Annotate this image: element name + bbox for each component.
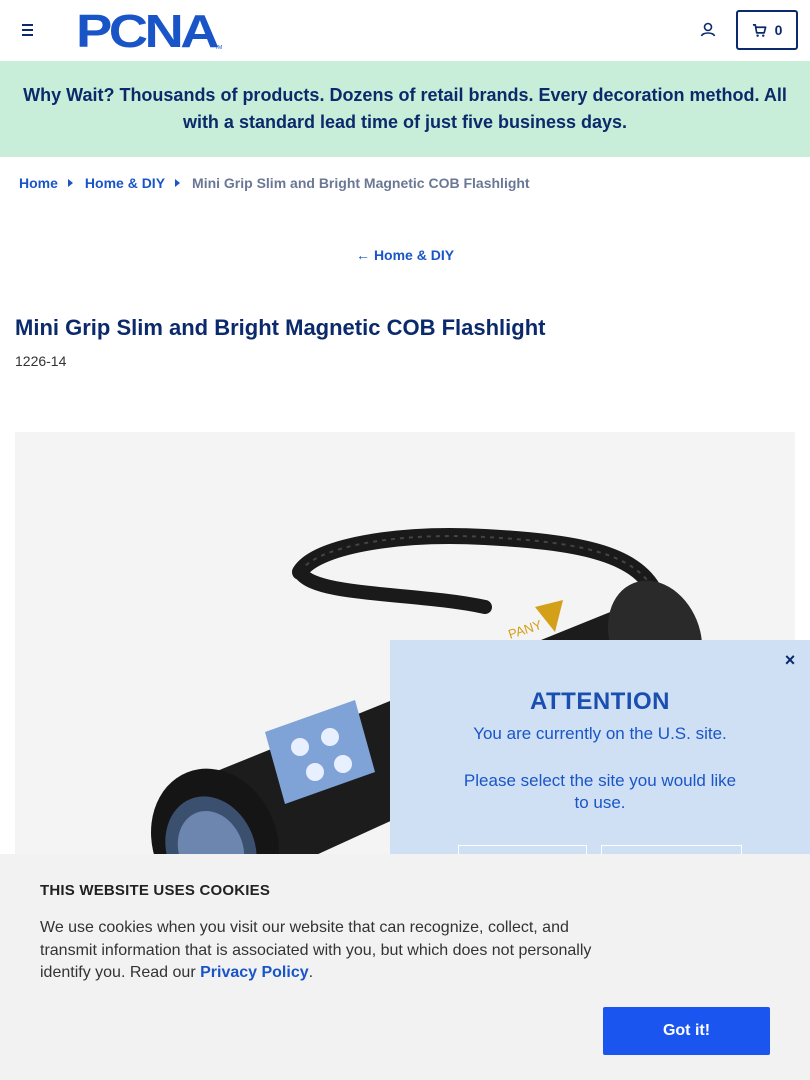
site-header: PCNA TM 0 [0, 0, 810, 61]
product-title: Mini Grip Slim and Bright Magnetic COB F… [15, 315, 546, 340]
privacy-policy-link[interactable]: Privacy Policy [200, 964, 309, 981]
attention-heading: ATTENTION [529, 688, 671, 715]
cart-button[interactable]: 0 [736, 10, 798, 50]
arrow-left-icon: ← [355, 247, 370, 263]
breadcrumb-home[interactable]: Home [19, 175, 58, 191]
cookie-heading: THIS WEBSITE USES COOKIES [40, 882, 271, 899]
got-it-button[interactable]: Got it! [603, 1007, 770, 1055]
breadcrumb-caret-icon [67, 179, 73, 187]
close-icon[interactable]: × [780, 650, 800, 670]
promo-text: Why Wait? Thousands of products. Dozens … [23, 85, 787, 132]
cart-count: 0 [774, 22, 783, 38]
account-icon[interactable] [698, 20, 718, 40]
cookie-banner: THIS WEBSITE USES COOKIES We use cookies… [0, 854, 810, 1080]
cookie-body: We use cookies when you visit our websit… [40, 919, 592, 981]
logo-text: PCNA [76, 10, 218, 50]
attention-instruction: Please select the site you would like to… [463, 771, 737, 812]
cart-icon [752, 23, 767, 37]
breadcrumb-current: Mini Grip Slim and Bright Magnetic COB F… [192, 175, 530, 191]
back-link-label: Home & DIY [373, 247, 455, 263]
attention-current-site: You are currently on the U.S. site. [473, 724, 727, 743]
breadcrumb: Home Home & DIY Mini Grip Slim and Brigh… [19, 175, 530, 191]
logo-tm: TM [215, 45, 222, 50]
imprint-text: PANY [506, 617, 544, 642]
cookie-text: We use cookies when you visit our websit… [40, 917, 610, 985]
breadcrumb-caret-icon [175, 179, 181, 187]
promo-banner: Why Wait? Thousands of products. Dozens … [0, 61, 810, 157]
site-selection-popup: × ATTENTION You are currently on the U.S… [390, 640, 810, 875]
back-to-category-link[interactable]: ← Home & DIY [0, 247, 810, 263]
cookie-end: . [308, 964, 314, 981]
product-sku: 1226-14 [15, 353, 67, 369]
pcna-logo[interactable]: PCNA TM [76, 10, 224, 50]
breadcrumb-home-diy[interactable]: Home & DIY [85, 175, 165, 191]
menu-icon[interactable] [18, 20, 38, 40]
